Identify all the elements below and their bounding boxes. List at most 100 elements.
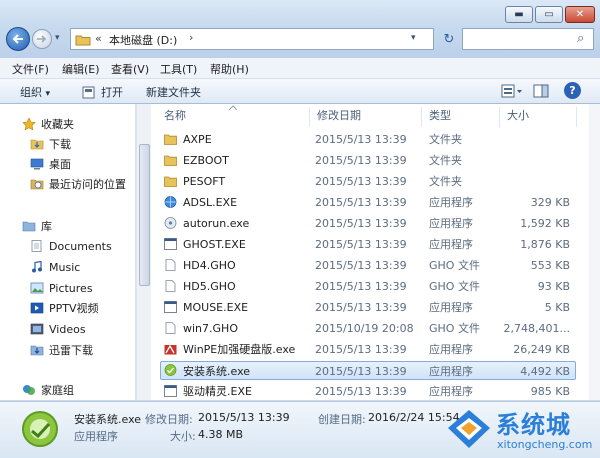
install-system-icon (22, 411, 58, 447)
nav-favorites[interactable]: 收藏夹 (22, 115, 74, 133)
nav-music[interactable]: Music (30, 258, 80, 276)
file-name: MOUSE.EXE (183, 301, 249, 314)
watermark-logo-icon (448, 410, 490, 448)
file-row[interactable]: win7.GHO 2015/10/19 20:08 GHO 文件 2,748,401.… (160, 319, 576, 338)
file-row[interactable]: HD5.GHO 2015/5/13 13:39 GHO 文件 93 KB (160, 277, 576, 296)
menu-help[interactable]: 帮助(H) (210, 61, 249, 77)
file-modified: 2015/5/13 13:39 (315, 280, 407, 293)
open-icon (82, 86, 95, 98)
folder-icon (164, 155, 177, 166)
menu-edit[interactable]: 编辑(E) (62, 61, 100, 77)
scrollbar-thumb[interactable] (139, 144, 150, 286)
nav-pictures-label: Pictures (49, 281, 93, 295)
details-size-label: 大小: (170, 430, 196, 443)
file-row[interactable]: MOUSE.EXE 2015/5/13 13:39 应用程序 5 KB (160, 298, 576, 317)
file-modified: 2015/5/13 13:39 (315, 365, 407, 378)
file-row[interactable]: HD4.GHO 2015/5/13 13:39 GHO 文件 553 KB (160, 256, 576, 275)
minimize-button[interactable]: ▬ (505, 6, 533, 23)
file-name: win7.GHO (183, 322, 238, 335)
menu-tools[interactable]: 工具(T) (160, 61, 197, 77)
forward-arrow-icon (37, 35, 47, 43)
file-type: GHO 文件 (429, 280, 480, 293)
column-header-type[interactable]: 类型 (429, 104, 451, 128)
file-type: 应用程序 (429, 238, 473, 251)
file-modified: 2015/5/13 13:39 (315, 301, 407, 314)
nav-pictures[interactable]: Pictures (30, 279, 93, 297)
details-created-label: 创建日期: (318, 413, 366, 426)
address-path[interactable]: 本地磁盘 (D:) (109, 32, 177, 48)
menu-view[interactable]: 查看(V) (111, 61, 149, 77)
address-bar[interactable]: « 本地磁盘 (D:) › ▾ (70, 28, 434, 50)
column-divider[interactable] (576, 107, 577, 127)
file-row[interactable]: autorun.exe 2015/5/13 13:39 应用程序 1,592 KB (160, 214, 576, 233)
column-header-size[interactable]: 大小 (507, 104, 529, 128)
file-row[interactable]: ADSL.EXE 2015/5/13 13:39 应用程序 329 KB (160, 193, 576, 212)
forward-button[interactable] (32, 29, 52, 49)
address-dropdown-icon[interactable]: ▾ (411, 33, 416, 43)
nav-pptv[interactable]: PPTV视频 (30, 299, 99, 317)
address-overflow-icon[interactable]: « (95, 32, 102, 45)
column-divider[interactable] (309, 107, 310, 127)
organize-button[interactable]: 组织 ▾ (20, 84, 50, 100)
column-divider[interactable] (421, 107, 422, 127)
nav-desktop[interactable]: 桌面 (30, 155, 71, 173)
nav-homegroup[interactable]: 家庭组 (22, 381, 74, 399)
sort-ascending-icon (229, 105, 237, 110)
file-size: 1,876 KB (520, 238, 570, 251)
open-label: 打开 (101, 86, 123, 99)
back-button[interactable] (6, 27, 30, 51)
file-name: WinPE加强硬盘版.exe (183, 343, 296, 356)
file-type: 文件夹 (429, 133, 462, 146)
nav-xunlei-label: 迅雷下载 (49, 344, 93, 357)
details-size-value: 4.38 MB (198, 428, 244, 441)
file-size: 985 KB (530, 385, 570, 398)
close-button[interactable]: ✕ (565, 6, 595, 23)
details-type: 应用程序 (74, 430, 118, 443)
nav-downloads[interactable]: 下载 (30, 135, 71, 153)
application-icon (164, 385, 177, 397)
nav-library[interactable]: 库 (22, 217, 52, 235)
search-input[interactable]: ⌕ (462, 28, 594, 50)
view-options-button[interactable] (501, 84, 523, 98)
preview-pane-button[interactable] (533, 84, 549, 101)
address-chevron-icon[interactable]: › (189, 31, 193, 44)
pictures-icon (30, 282, 44, 294)
nav-xunlei[interactable]: 迅雷下载 (30, 341, 93, 359)
network-app-icon (164, 196, 177, 208)
file-row[interactable]: PESOFT 2015/5/13 13:39 文件夹 (160, 172, 576, 191)
column-divider[interactable] (499, 107, 500, 127)
maximize-button[interactable]: ▭ (535, 6, 563, 23)
help-button[interactable]: ? (564, 82, 581, 99)
refresh-button[interactable]: ↻ (438, 28, 460, 50)
file-modified: 2015/5/13 13:39 (315, 175, 407, 188)
file-row[interactable]: WinPE加强硬盘版.exe 2015/5/13 13:39 应用程序 26,249 … (160, 340, 576, 359)
history-dropdown-icon[interactable]: ▾ (55, 33, 60, 43)
column-header-name[interactable]: 名称 (164, 104, 186, 128)
nav-favorites-label: 收藏夹 (41, 118, 74, 131)
file-row[interactable]: EZBOOT 2015/5/13 13:39 文件夹 (160, 151, 576, 170)
file-list-scrollbar[interactable] (589, 104, 600, 400)
file-row[interactable]: GHOST.EXE 2015/5/13 13:39 应用程序 1,876 KB (160, 235, 576, 254)
view-icon (501, 84, 522, 98)
file-type: 文件夹 (429, 154, 462, 167)
menu-file[interactable]: 文件(F) (12, 61, 49, 77)
new-folder-button[interactable]: 新建文件夹 (146, 84, 201, 100)
nav-videos[interactable]: Videos (30, 320, 86, 338)
nav-recent[interactable]: 最近访问的位置 (30, 175, 126, 193)
xunlei-downloads-icon (30, 345, 44, 356)
file-row[interactable]: AXPE 2015/5/13 13:39 文件夹 (160, 130, 576, 149)
nav-homegroup-label: 家庭组 (41, 384, 74, 397)
nav-documents[interactable]: Documents (30, 237, 112, 255)
menu-bar: 文件(F) 编辑(E) 查看(V) 工具(T) 帮助(H) (0, 58, 600, 79)
command-toolbar: 组织 ▾ 打开 新建文件夹 ? (0, 79, 600, 104)
open-button[interactable]: 打开 (82, 84, 123, 100)
folder-icon (164, 134, 177, 145)
navigation-scrollbar[interactable] (136, 104, 151, 400)
file-row[interactable]: 驱动精灵.EXE 2015/5/13 13:39 应用程序 985 KB (160, 382, 576, 401)
nav-library-label: 库 (41, 220, 52, 233)
close-icon: ✕ (575, 9, 585, 20)
pptv-video-icon (30, 302, 44, 314)
recent-places-icon (30, 179, 44, 190)
file-row[interactable]: 安装系统.exe 2015/5/13 13:39 应用程序 4,492 KB (160, 361, 576, 380)
column-header-modified[interactable]: 修改日期 (317, 104, 361, 128)
